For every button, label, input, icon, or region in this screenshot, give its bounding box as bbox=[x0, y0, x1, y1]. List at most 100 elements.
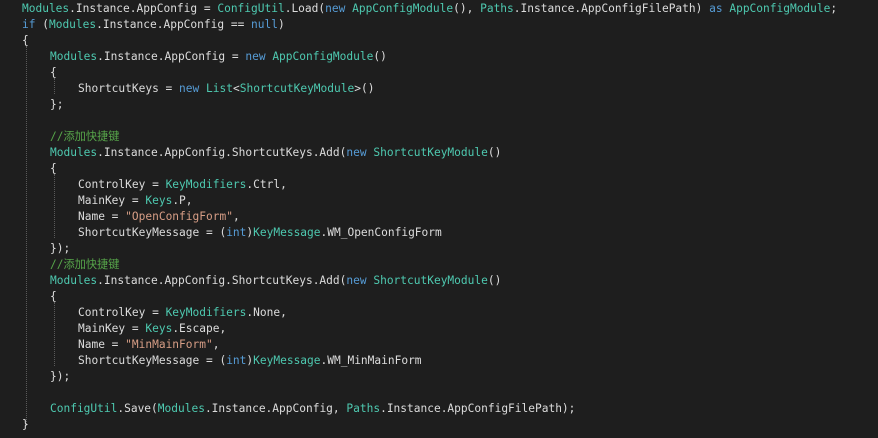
code-line[interactable]: Modules.Instance.AppConfig.ShortcutKeys.… bbox=[50, 145, 501, 161]
code-token: Keys bbox=[145, 322, 173, 335]
code-token: ShortcutKeys = bbox=[78, 82, 180, 95]
code-token: ShortcutKeyMessage = ( bbox=[78, 354, 227, 367]
code-token: new bbox=[245, 50, 266, 63]
code-token: //添加快捷键 bbox=[50, 130, 120, 143]
code-token: KeyModifiers bbox=[165, 306, 247, 319]
code-token: ShortcutKeyModule bbox=[239, 82, 355, 95]
code-token: ShortcutKeyMessage = ( bbox=[78, 226, 227, 239]
code-line[interactable]: }; bbox=[50, 97, 63, 113]
code-token: }); bbox=[50, 242, 71, 255]
code-token: MainKey = bbox=[78, 322, 146, 335]
code-token: Paths bbox=[346, 402, 381, 415]
code-line[interactable]: } bbox=[22, 417, 29, 433]
code-token: .Instance.AppConfigFilePath); bbox=[380, 402, 576, 415]
code-line[interactable]: ControlKey = KeyModifiers.Ctrl, bbox=[78, 177, 287, 193]
code-token: .Escape, bbox=[172, 322, 227, 335]
code-token: new bbox=[179, 82, 200, 95]
code-token: int bbox=[226, 354, 247, 367]
code-line[interactable]: Name = "MinMainForm", bbox=[78, 337, 219, 353]
code-line[interactable]: Name = "OpenConfigForm", bbox=[78, 209, 240, 225]
code-token: () bbox=[373, 50, 387, 63]
code-token: null bbox=[251, 18, 278, 31]
code-token: as bbox=[709, 2, 723, 15]
code-token: ConfigUtil bbox=[217, 2, 285, 15]
code-line[interactable]: //添加快捷键 bbox=[50, 257, 119, 273]
code-token: Modules bbox=[48, 18, 97, 31]
code-line[interactable]: Modules.Instance.AppConfig.ShortcutKeys.… bbox=[50, 273, 501, 289]
code-token: Keys bbox=[145, 194, 173, 207]
code-token: .Instance.AppConfig, bbox=[204, 402, 347, 415]
code-line[interactable]: if (Modules.Instance.AppConfig == null) bbox=[22, 17, 285, 33]
code-token: Modules bbox=[22, 2, 70, 15]
code-token: ) bbox=[278, 18, 285, 31]
code-line[interactable]: { bbox=[22, 33, 29, 49]
code-token: if bbox=[22, 18, 36, 31]
code-token: .None, bbox=[246, 306, 287, 319]
code-token: KeyMessage bbox=[253, 226, 321, 239]
code-token: List bbox=[206, 82, 233, 95]
code-token: { bbox=[50, 290, 57, 303]
code-token: .Instance.AppConfig == bbox=[96, 18, 252, 31]
code-token: KeyModifiers bbox=[165, 178, 247, 191]
code-token: ( bbox=[35, 18, 49, 31]
code-token: (), bbox=[453, 2, 481, 15]
code-token: KeyMessage bbox=[253, 354, 321, 367]
code-token: Modules bbox=[50, 50, 98, 63]
code-token: } bbox=[22, 418, 29, 431]
code-token: ShortcutKeyModule bbox=[373, 274, 488, 287]
code-token: AppConfigModule bbox=[729, 2, 831, 15]
code-token: ShortcutKeyModule bbox=[373, 146, 488, 159]
code-token: .Instance.AppConfig = bbox=[69, 2, 218, 15]
code-line[interactable]: MainKey = Keys.Escape, bbox=[78, 321, 226, 337]
code-line[interactable]: ShortcutKeyMessage = (int)KeyMessage.WM_… bbox=[78, 353, 422, 369]
code-token: //添加快捷键 bbox=[50, 258, 120, 271]
code-token: .Instance.AppConfigFilePath) bbox=[513, 2, 710, 15]
indent-guide bbox=[54, 174, 55, 238]
code-token: AppConfigModule bbox=[352, 2, 454, 15]
code-token: Name = bbox=[78, 210, 126, 223]
code-line[interactable]: }); bbox=[50, 369, 70, 385]
code-token: ; bbox=[830, 2, 838, 15]
code-token: { bbox=[50, 162, 57, 175]
code-line[interactable]: MainKey = Keys.P, bbox=[78, 193, 193, 209]
code-token: () bbox=[487, 146, 502, 159]
code-token: Name = bbox=[78, 338, 126, 351]
code-token: .Instance.AppConfig.ShortcutKeys.Add( bbox=[97, 274, 347, 287]
code-line[interactable]: ControlKey = KeyModifiers.None, bbox=[78, 305, 287, 321]
code-token: .Instance.AppConfig = bbox=[97, 50, 246, 63]
code-token: ConfigUtil bbox=[50, 402, 118, 415]
code-token: new bbox=[346, 146, 367, 159]
code-token: ControlKey = bbox=[78, 306, 166, 319]
code-token: .WM_MinMainForm bbox=[320, 354, 422, 367]
code-line[interactable]: Modules.Instance.AppConfig = new AppConf… bbox=[50, 49, 387, 65]
code-token: , bbox=[232, 210, 240, 223]
code-token: Paths bbox=[480, 2, 514, 15]
code-line[interactable]: { bbox=[50, 289, 57, 305]
code-token: .Ctrl, bbox=[246, 178, 287, 191]
code-line[interactable]: ShortcutKeys = new List<ShortcutKeyModul… bbox=[78, 81, 374, 97]
code-token: .P, bbox=[172, 194, 193, 207]
code-token: () bbox=[487, 274, 502, 287]
code-token: .WM_OpenConfigForm bbox=[320, 226, 442, 239]
code-token: "MinMainForm" bbox=[125, 338, 213, 351]
code-token: , bbox=[212, 338, 220, 351]
code-line[interactable]: Modules.Instance.AppConfig = ConfigUtil.… bbox=[22, 1, 837, 17]
code-line[interactable]: }); bbox=[50, 241, 70, 257]
code-token: int bbox=[226, 226, 247, 239]
code-line[interactable]: { bbox=[50, 161, 57, 177]
code-token: .Load( bbox=[284, 2, 326, 15]
code-line[interactable]: { bbox=[50, 65, 57, 81]
code-token: { bbox=[22, 34, 29, 47]
code-line[interactable]: ConfigUtil.Save(Modules.Instance.AppConf… bbox=[50, 401, 575, 417]
code-editor[interactable]: Modules.Instance.AppConfig = ConfigUtil.… bbox=[0, 0, 878, 438]
code-token: Modules bbox=[50, 274, 98, 287]
code-token: MainKey = bbox=[78, 194, 146, 207]
code-token: Modules bbox=[50, 146, 98, 159]
code-line[interactable]: ShortcutKeyMessage = (int)KeyMessage.WM_… bbox=[78, 225, 442, 241]
code-token: .Instance.AppConfig.ShortcutKeys.Add( bbox=[97, 146, 347, 159]
code-token: ControlKey = bbox=[78, 178, 166, 191]
code-token: < bbox=[232, 82, 240, 95]
code-token: }); bbox=[50, 370, 71, 383]
code-line[interactable]: //添加快捷键 bbox=[50, 129, 119, 145]
